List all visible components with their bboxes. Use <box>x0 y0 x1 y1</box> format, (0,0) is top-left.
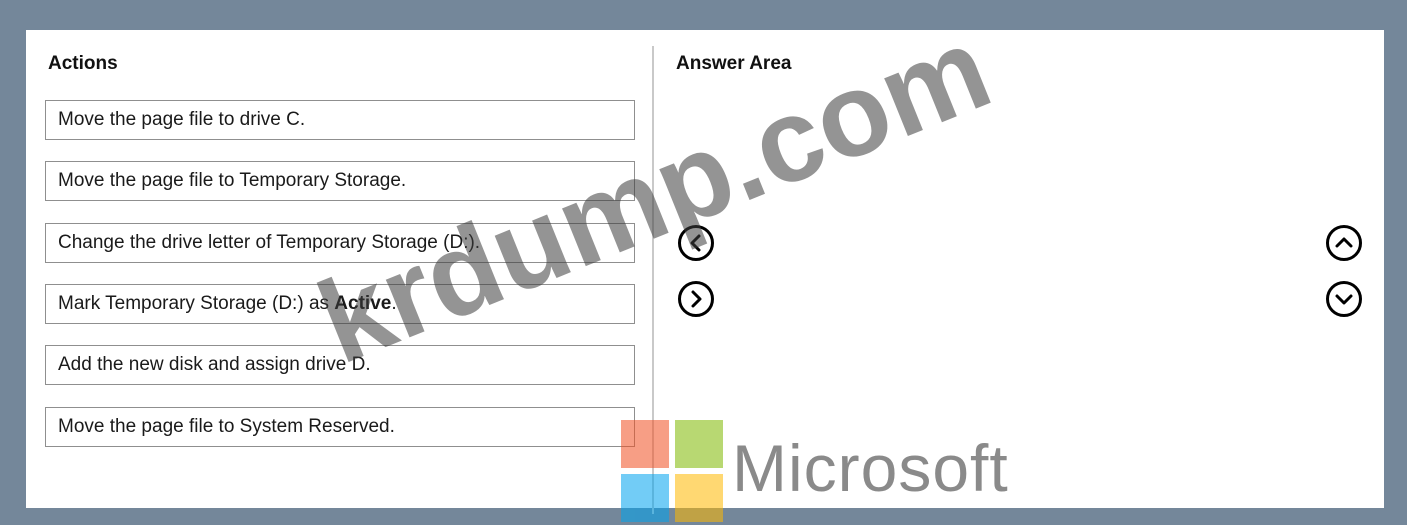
action-item[interactable]: Change the drive letter of Temporary Sto… <box>45 223 635 263</box>
move-left-button[interactable] <box>678 225 714 261</box>
answer-area-title: Answer Area <box>676 53 792 74</box>
down-arrow-icon <box>1335 294 1353 305</box>
action-item[interactable]: Move the page file to drive C. <box>45 100 635 140</box>
drag-drop-panel: Actions Answer Area Move the page file t… <box>26 2 1384 522</box>
action-item-label: Change the drive letter of Temporary Sto… <box>58 232 481 253</box>
move-down-button[interactable] <box>1326 281 1362 317</box>
move-up-button[interactable] <box>1326 225 1362 261</box>
up-arrow-icon <box>1335 237 1353 248</box>
action-item-text: Mark Temporary Storage (D:) as <box>58 293 335 314</box>
left-arrow-icon <box>690 234 701 252</box>
action-item[interactable]: Move the page file to System Reserved. <box>45 407 635 447</box>
microsoft-wordmark: Microsoft <box>732 431 1009 505</box>
right-arrow-icon <box>691 290 702 308</box>
action-item-label: Move the page file to drive C. <box>58 109 306 130</box>
action-item-label: Move the page file to Temporary Storage. <box>58 170 407 191</box>
action-item-label: Move the page file to System Reserved. <box>58 416 395 437</box>
action-item-bold-text: Active <box>334 293 392 314</box>
action-item-label: Mark Temporary Storage (D:) as Active. <box>58 293 397 315</box>
action-item[interactable]: Add the new disk and assign drive D. <box>45 345 635 385</box>
action-item-label: Add the new disk and assign drive D. <box>58 354 371 375</box>
action-item[interactable]: Mark Temporary Storage (D:) as Active. <box>45 284 635 324</box>
action-item-suffix: . <box>391 293 397 314</box>
microsoft-logo-icon <box>621 420 723 522</box>
action-item[interactable]: Move the page file to Temporary Storage. <box>45 161 635 201</box>
actions-title: Actions <box>48 53 118 74</box>
move-right-button[interactable] <box>678 281 714 317</box>
